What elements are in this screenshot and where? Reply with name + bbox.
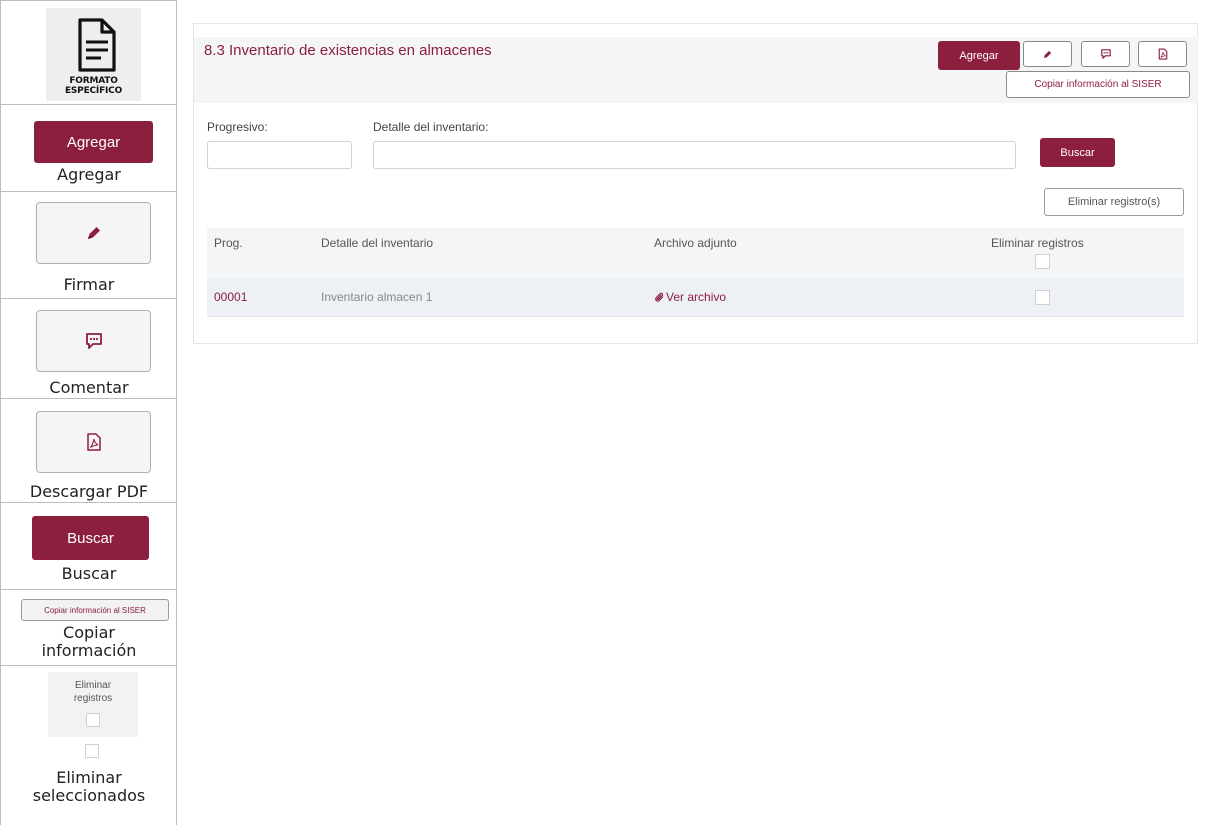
legend-eliminar-card-line1: Eliminar [74, 680, 112, 691]
legend-eliminar-caption: Eliminar seleccionados [1, 769, 177, 805]
legend-buscar-button[interactable]: Buscar [32, 516, 149, 560]
legend-eliminar-caption-line1: Eliminar [56, 768, 122, 787]
comment-button[interactable] [1081, 41, 1130, 67]
legend-pdf-cell: Descargar PDF [1, 399, 177, 503]
legend-firmar-caption: Firmar [63, 275, 115, 294]
legend-firmar-cell: Firmar [1, 192, 177, 299]
pdf-icon [86, 433, 101, 451]
legend-agregar-cell: Agregar Agregar [1, 105, 177, 192]
search-button[interactable]: Buscar [1040, 138, 1115, 167]
paperclip-icon [655, 292, 664, 302]
page-title: 8.3 Inventario de existencias en almacen… [204, 42, 492, 59]
column-header-archivo: Archivo adjunto [654, 236, 737, 250]
legend-eliminar-caption-line2: seleccionados [32, 786, 146, 805]
logo-text-line1: FORMATO [69, 76, 118, 86]
column-header-eliminar: Eliminar registros [991, 236, 1084, 250]
column-header-detalle: Detalle del inventario [321, 236, 434, 250]
view-file-link[interactable]: Ver archivo [654, 290, 726, 304]
legend-pdf-caption: Descargar PDF [29, 482, 149, 501]
column-header-prog: Prog. [214, 236, 243, 250]
legend-logo-cell: FORMATO ESPECÍFICO [1, 1, 177, 105]
pen-icon [1043, 50, 1052, 58]
legend-comentar-button[interactable] [36, 310, 151, 372]
legend-eliminar-card: Eliminar registros [48, 672, 138, 737]
legend-eliminar-card-checkbox[interactable] [86, 713, 100, 727]
formato-especifico-logo: FORMATO ESPECÍFICO [46, 8, 141, 101]
legend-agregar-button[interactable]: Agregar [34, 121, 153, 163]
delete-records-button[interactable]: Eliminar registro(s) [1044, 188, 1184, 216]
legend-pdf-button[interactable] [36, 411, 151, 473]
progresivo-input[interactable] [207, 141, 352, 169]
legend-comentar-cell: Comentar [1, 299, 177, 399]
add-button[interactable]: Agregar [938, 41, 1020, 70]
copy-siser-button[interactable]: Copiar información al SISER [1006, 71, 1190, 98]
row-select-checkbox[interactable] [1035, 290, 1050, 305]
logo-text-line2: ESPECÍFICO [64, 86, 123, 96]
inventory-panel: 8.3 Inventario de existencias en almacen… [193, 23, 1198, 344]
legend-comentar-caption: Comentar [49, 378, 129, 397]
legend-copiar-caption: Copiar información [1, 624, 177, 660]
legend-eliminar-checkbox[interactable] [85, 744, 99, 758]
legend-column: FORMATO ESPECÍFICO Agregar Agregar Firma… [0, 0, 177, 825]
cell-prog: 00001 [214, 290, 248, 304]
comment-icon [1100, 49, 1111, 59]
sign-button[interactable] [1023, 41, 1072, 67]
legend-buscar-caption: Buscar [61, 564, 117, 583]
panel-header: 8.3 Inventario de existencias en almacen… [194, 37, 1198, 103]
detalle-input[interactable] [373, 141, 1016, 169]
legend-eliminar-card-line2: registros [73, 693, 113, 704]
view-file-label: Ver archivo [666, 290, 727, 304]
comment-icon [85, 333, 102, 349]
legend-firmar-button[interactable] [36, 202, 151, 264]
download-pdf-button[interactable] [1138, 41, 1187, 67]
legend-copiar-caption-line1: Copiar [63, 623, 115, 642]
table-header: Prog. Detalle del inventario Archivo adj… [207, 228, 1184, 278]
detalle-label: Detalle del inventario: [373, 120, 489, 134]
cell-detalle: Inventario almacen 1 [321, 290, 433, 304]
progresivo-label: Progresivo: [207, 120, 268, 134]
legend-copiar-caption-line2: información [41, 641, 137, 660]
legend-agregar-caption: Agregar [57, 165, 121, 184]
document-icon [78, 18, 116, 72]
legend-copiar-button[interactable]: Copiar información al SISER [21, 599, 169, 621]
pen-icon [87, 227, 100, 239]
pdf-icon [1158, 48, 1167, 60]
select-all-checkbox[interactable] [1035, 254, 1050, 269]
table-row: 00001 Inventario almacen 1 Ver archivo [207, 278, 1184, 317]
legend-buscar-cell: Buscar Buscar [1, 503, 177, 590]
